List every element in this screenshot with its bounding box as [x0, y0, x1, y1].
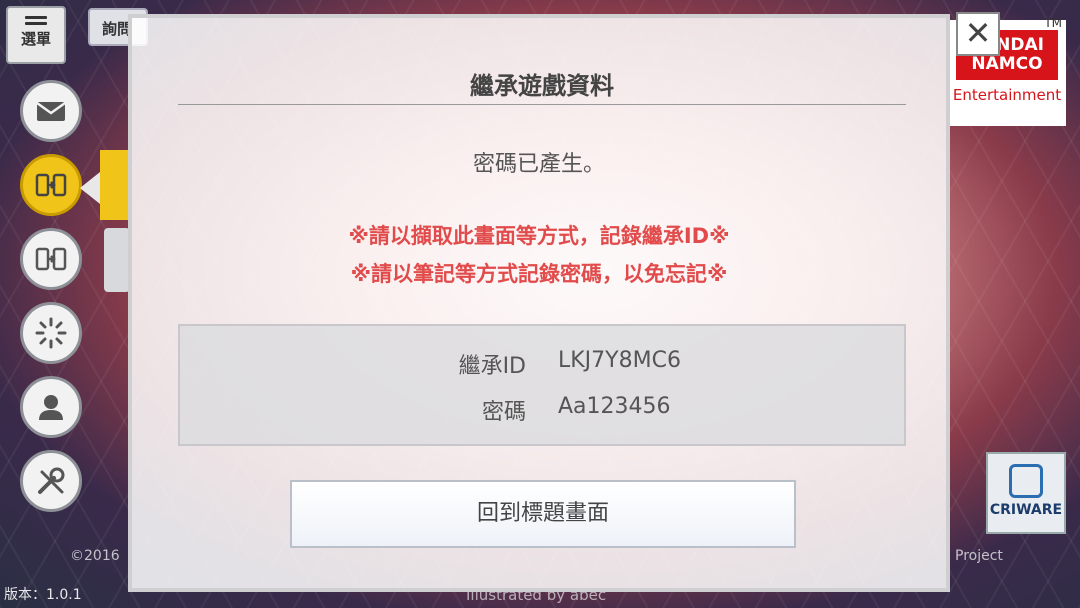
transfer-icon	[35, 247, 67, 271]
brand-line3: Entertainment	[952, 86, 1062, 104]
data-transfer-button-active[interactable]	[20, 154, 82, 216]
password-value: Aa123456	[558, 394, 671, 419]
trademark: TM	[1044, 16, 1062, 30]
profile-icon	[39, 395, 63, 420]
menu-icon	[25, 16, 47, 25]
mail-button[interactable]	[20, 80, 82, 142]
copyright-left: ©2016	[70, 548, 120, 564]
title-divider	[178, 104, 906, 105]
loading-button[interactable]	[20, 302, 82, 364]
version-label: 版本：1.0.1	[4, 587, 82, 603]
warning-line-1: ※請以擷取此畫面等方式，記錄繼承ID※	[348, 224, 730, 248]
inherit-id-value: LKJ7Y8MC6	[558, 348, 681, 373]
mail-icon	[36, 101, 66, 121]
settings-button[interactable]	[20, 450, 82, 512]
copyright-right: Project	[955, 548, 1003, 564]
submenu-panel	[100, 150, 130, 220]
loading-icon	[35, 317, 67, 349]
submenu-panel-item[interactable]	[104, 228, 130, 292]
criware-label: CRIWARE	[989, 502, 1063, 518]
close-icon[interactable]: ✕	[956, 12, 1000, 56]
data-transfer-button[interactable]	[20, 228, 82, 290]
menu-label: 選單	[20, 30, 51, 48]
criware-logo: CRIWARE	[986, 452, 1066, 534]
back-to-title-button[interactable]: 回到標題畫面	[290, 480, 796, 548]
brand-line2: NAMCO	[971, 54, 1043, 74]
selection-pointer	[80, 172, 100, 204]
warning-line-2: ※請以筆記等方式記錄密碼，以免忘記※	[350, 262, 728, 286]
inherit-id-label: 繼承ID	[458, 354, 526, 379]
profile-button[interactable]	[20, 376, 82, 438]
dialog-title: 繼承遊戲資料	[470, 72, 614, 100]
criware-icon	[1009, 464, 1043, 498]
credentials-box: 繼承ID LKJ7Y8MC6 密碼 Aa123456	[178, 324, 906, 446]
menu-button[interactable]: 選單	[6, 6, 66, 64]
transfer-icon	[35, 173, 67, 197]
password-label: 密碼	[481, 400, 526, 425]
inherit-data-dialog: 繼承遊戲資料 密碼已產生。 ※請以擷取此畫面等方式，記錄繼承ID※ ※請以筆記等…	[128, 14, 950, 592]
dialog-message: 密碼已產生。	[472, 152, 605, 177]
tools-icon	[38, 467, 65, 494]
